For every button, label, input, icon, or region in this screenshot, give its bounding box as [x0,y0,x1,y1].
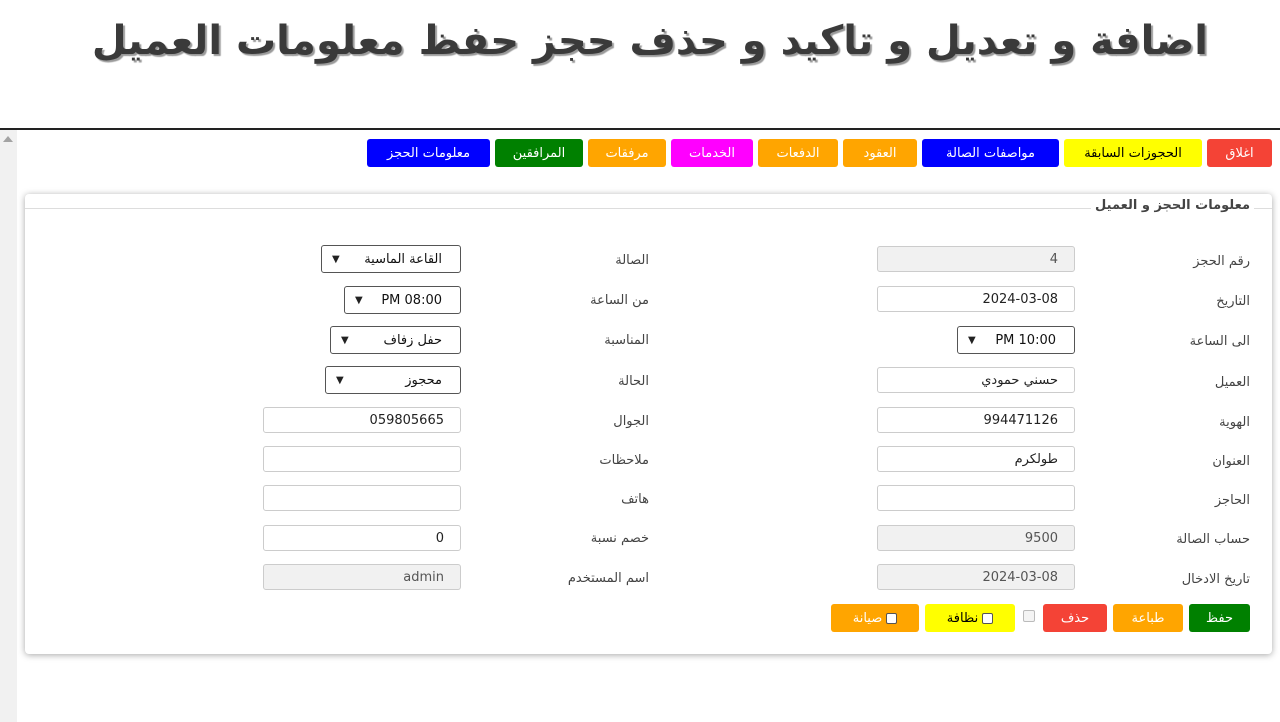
confirm-checkbox[interactable] [1023,610,1035,622]
chevron-down-icon: ▼ [332,253,340,265]
chevron-down-icon: ▼ [336,374,344,386]
tab-contracts[interactable]: العقود [843,139,917,167]
from-time-select[interactable]: ▼ PM 08:00 [344,286,461,314]
maintenance-label: صيانة [852,610,883,626]
tab-services[interactable]: الخدمات [671,139,753,167]
cleaning-label: نظافة [946,610,979,626]
tab-previous-bookings[interactable]: الحجوزات السابقة [1064,139,1202,167]
print-label: طباعة [1131,610,1165,626]
vertical-scrollbar[interactable] [0,130,17,722]
occasion-label: المناسبة [604,333,649,348]
chevron-down-icon: ▼ [341,334,349,346]
discount-label: خصم نسبة [590,531,649,546]
banner-title: اضافة و تعديل و تاكيد و حذف حجز حفظ معلو… [91,18,1208,64]
legend-divider [25,208,1272,209]
hall-value: القاعة الماسية [364,251,442,267]
scroll-up-arrow-icon[interactable] [3,136,13,142]
close-button[interactable]: اغلاق [1207,139,1272,167]
username-field[interactable] [263,564,461,590]
entry-date-field[interactable] [877,564,1075,590]
id-number-field[interactable] [877,407,1075,433]
to-time-label: الى الساعة [1189,334,1250,349]
booking-no-label: رقم الحجز [1193,254,1250,269]
mobile-label: الجوال [613,414,649,429]
status-select[interactable]: ▼ محجوز [325,366,461,394]
date-field[interactable] [877,286,1075,312]
booker-field[interactable] [877,485,1075,511]
cleaning-toggle[interactable]: نظافة [925,604,1015,632]
section-title: معلومات الحجز و العميل [1091,198,1254,213]
notes-label: ملاحظات [599,453,649,468]
username-label: اسم المستخدم [567,571,649,586]
mobile-field[interactable] [263,407,461,433]
tab-hall-specs[interactable]: مواصفات الصالة [922,139,1059,167]
booking-no-field[interactable] [877,246,1075,272]
delete-label: حذف [1060,610,1090,626]
hall-account-field[interactable] [877,525,1075,551]
to-time-value: PM 10:00 [995,332,1056,348]
customer-field[interactable] [877,367,1075,393]
booking-info-panel: معلومات الحجز و العميل رقم الحجز التاريخ… [25,194,1272,654]
occasion-select[interactable]: ▼ حفل زفاف [330,326,461,354]
tab-companions[interactable]: المرافقين [495,139,583,167]
maintenance-toggle[interactable]: صيانة [831,604,919,632]
occasion-value: حفل زفاف [383,332,442,348]
address-field[interactable] [877,446,1075,472]
from-time-label: من الساعة [590,293,649,308]
print-button[interactable]: طباعة [1113,604,1183,632]
hall-account-label: حساب الصالة [1176,532,1250,547]
maintenance-checkbox[interactable] [886,612,898,624]
cleaning-checkbox[interactable] [982,612,994,624]
tab-attachments[interactable]: مرفقات [588,139,666,167]
booking-app: معلومات الحجز المرافقين مرفقات الخدمات الدفع… [0,128,1280,722]
status-value: محجوز [405,372,442,388]
page-banner: اضافة و تعديل و تاكيد و حذف حجز حفظ معلو… [0,0,1280,128]
delete-button[interactable]: حذف [1043,604,1107,632]
tab-booking-info[interactable]: معلومات الحجز [367,139,490,167]
tab-payments[interactable]: الدفعات [758,139,838,167]
hall-label: الصالة [615,253,649,268]
phone-label: هاتف [621,492,649,507]
discount-field[interactable] [263,525,461,551]
chevron-down-icon: ▼ [968,334,976,346]
booker-label: الحاجز [1214,493,1250,508]
id-number-label: الهوية [1219,415,1250,430]
to-time-select[interactable]: ▼ PM 10:00 [957,326,1075,354]
customer-label: العميل [1214,375,1250,390]
tab-bar: معلومات الحجز المرافقين مرفقات الخدمات الدفع… [367,139,1272,167]
save-button[interactable]: حفظ [1189,604,1250,632]
date-label: التاريخ [1216,294,1250,309]
notes-field[interactable] [263,446,461,472]
status-label: الحالة [618,374,649,389]
phone-field[interactable] [263,485,461,511]
address-label: العنوان [1212,454,1250,469]
entry-date-label: تاريخ الادخال [1181,572,1250,587]
save-label: حفظ [1206,610,1233,626]
from-time-value: PM 08:00 [381,292,442,308]
hall-select[interactable]: ▼ القاعة الماسية [321,245,461,273]
chevron-down-icon: ▼ [355,294,363,306]
